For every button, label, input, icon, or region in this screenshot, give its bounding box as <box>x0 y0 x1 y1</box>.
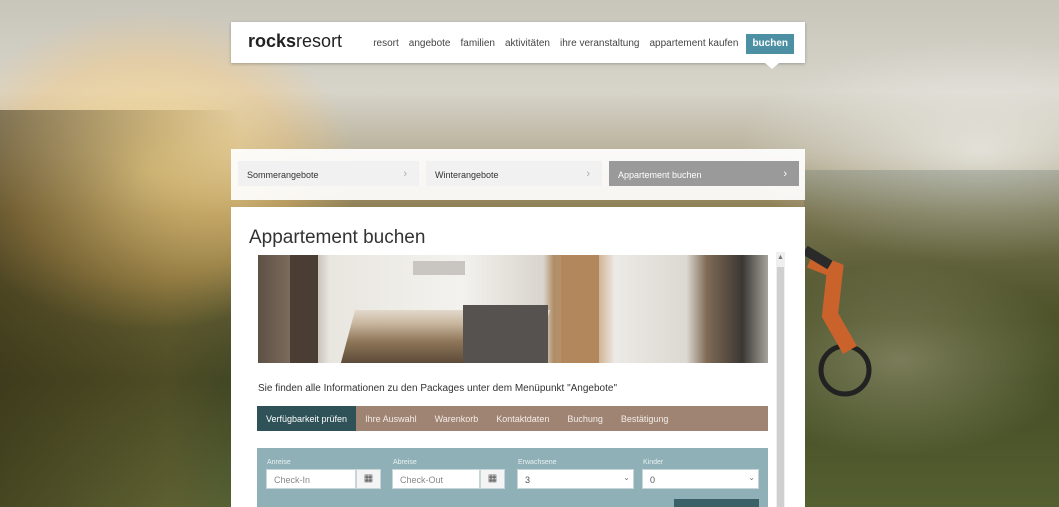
calendar-icon[interactable]: ▦ <box>480 469 505 489</box>
step-ihre-auswahl[interactable]: Ihre Auswahl <box>356 406 426 431</box>
scroll-up-icon[interactable]: ▲ <box>777 254 784 261</box>
scrollbar-thumb[interactable] <box>777 267 784 507</box>
logo-bold: rocks <box>248 31 297 51</box>
booking-steps: Verfügbarkeit prüfen Ihre Auswahl Warenk… <box>257 406 768 431</box>
chevron-right-icon: › <box>586 168 590 180</box>
logo[interactable]: rocksresort <box>248 31 342 52</box>
chevron-down-icon: ⌄ <box>623 473 630 482</box>
chevron-down-icon: ⌄ <box>748 473 755 482</box>
booking-card: Appartement buchen ▲ Sie finden alle Inf… <box>231 207 805 507</box>
curtain-shape <box>290 255 318 363</box>
children-value: 0 <box>650 475 656 485</box>
offers-bar: Sommerangebote › Winterangebote › Appart… <box>231 149 805 200</box>
adults-select[interactable]: 3 ⌄ <box>517 469 634 489</box>
offer-sommerangebote[interactable]: Sommerangebote › <box>238 161 419 186</box>
check-availability-button[interactable] <box>674 499 759 507</box>
offer-winterangebote[interactable]: Winterangebote › <box>426 161 602 186</box>
calendar-icon[interactable]: ▦ <box>356 469 381 489</box>
nav-item-appartement-kaufen[interactable]: appartement kaufen <box>649 36 738 52</box>
nav-item-buchen[interactable]: buchen <box>746 34 794 54</box>
nav-item-ihre-veranstaltung[interactable]: ihre veranstaltung <box>560 36 640 52</box>
adults-label: Erwachsene <box>518 459 557 466</box>
content-scrollbar[interactable]: ▲ <box>776 252 785 507</box>
main-menu: resort angebote familien aktivitäten ihr… <box>363 34 794 54</box>
page-title: Appartement buchen <box>249 227 426 248</box>
apartment-photo <box>258 255 768 363</box>
nav-item-aktivitaeten[interactable]: aktivitäten <box>505 36 550 52</box>
step-bestaetigung[interactable]: Bestätigung <box>612 406 678 431</box>
step-kontaktdaten[interactable]: Kontaktdaten <box>487 406 558 431</box>
nav-item-familien[interactable]: familien <box>460 36 494 52</box>
top-navigation: rocksresort resort angebote familien akt… <box>231 22 805 69</box>
step-buchung[interactable]: Buchung <box>558 406 612 431</box>
offer-label: Sommerangebote <box>247 170 319 180</box>
mountain-biker-image <box>805 245 872 397</box>
check-in-field[interactable]: Check-In <box>266 469 356 489</box>
door-shape <box>561 255 599 363</box>
check-out-field[interactable]: Check-Out <box>392 469 480 489</box>
chairs-shape <box>463 305 548 363</box>
step-verfuegbarkeit-pruefen[interactable]: Verfügbarkeit prüfen <box>257 406 357 431</box>
step-warenkorb[interactable]: Warenkorb <box>426 406 488 431</box>
chevron-right-icon: › <box>783 168 787 180</box>
nav-item-angebote[interactable]: angebote <box>409 36 451 52</box>
info-text: Sie finden alle Informationen zu den Pac… <box>258 383 617 394</box>
chevron-right-icon: › <box>403 168 407 180</box>
nav-pointer-caret <box>765 63 779 69</box>
wall-picture-shape <box>413 261 465 275</box>
availability-form: Anreise Check-In ▦ Abreise Check-Out ▦ E… <box>257 448 768 507</box>
offer-label: Winterangebote <box>435 170 499 180</box>
children-select[interactable]: 0 ⌄ <box>642 469 759 489</box>
adults-value: 3 <box>525 475 531 485</box>
offer-appartement-buchen[interactable]: Appartement buchen › <box>609 161 799 186</box>
logo-light: resort <box>296 31 343 51</box>
offer-label: Appartement buchen <box>618 170 702 180</box>
arrival-label: Anreise <box>267 459 291 466</box>
nav-item-resort[interactable]: resort <box>373 36 399 52</box>
departure-label: Abreise <box>393 459 417 466</box>
children-label: Kinder <box>643 459 664 466</box>
